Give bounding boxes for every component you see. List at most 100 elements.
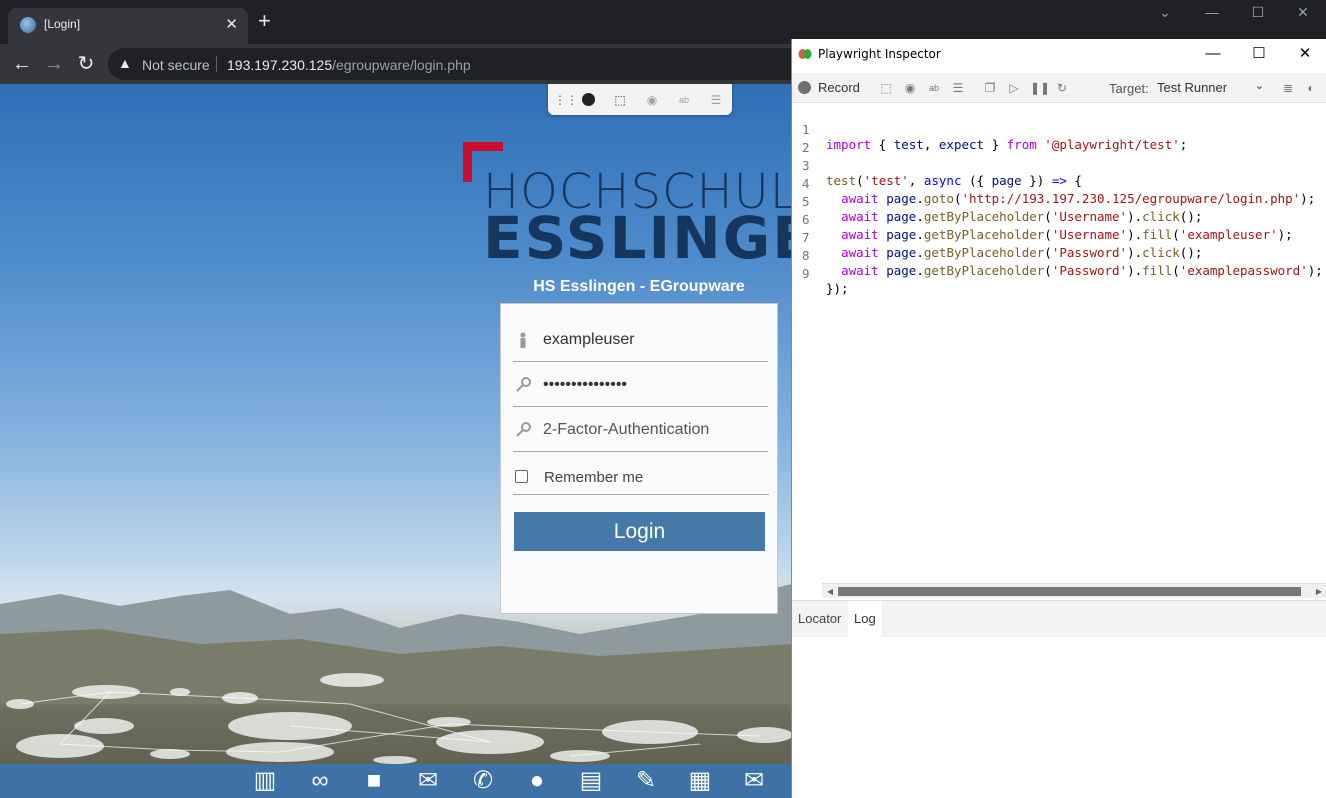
- password-field: [513, 363, 768, 407]
- assert-value-icon[interactable]: ☰: [708, 92, 724, 108]
- code-text: await page.getByPlaceholder('Username').…: [841, 209, 1203, 224]
- record-icon[interactable]: [798, 81, 811, 94]
- addressbook-icon[interactable]: ▤: [574, 766, 608, 796]
- assert-text-icon[interactable]: ab: [676, 92, 692, 108]
- code-line: 5 await page.getByPlaceholder('Username'…: [792, 179, 1202, 224]
- url-host: 193.197.230.125: [227, 57, 333, 73]
- playwright-inspector-window: Playwright Inspector — ☐ ✕ Record ⬚ ◉ ab…: [791, 39, 1326, 798]
- clear-icon[interactable]: ≣: [1280, 80, 1296, 96]
- key-icon: [515, 377, 531, 393]
- app-icon-bar: ▥ ∞ ■ ✉ ✆ ● ▤ ✎ ▦ ✉: [0, 764, 792, 798]
- username-field: [513, 318, 768, 362]
- url-path: /egroupware/login.php: [332, 57, 471, 73]
- record-icon[interactable]: [580, 92, 596, 108]
- code-editor[interactable]: 1 import { test, expect } from '@playwri…: [792, 107, 1326, 585]
- code-text: await page.getByPlaceholder('Username').…: [841, 227, 1293, 242]
- step-over-icon[interactable]: ↻: [1054, 80, 1070, 96]
- scrollbar-thumb[interactable]: [838, 587, 1301, 596]
- target-select[interactable]: Test Runner ⌄: [1154, 78, 1266, 98]
- browser-tab[interactable]: [Login] ✕: [8, 8, 248, 44]
- assert-visibility-icon[interactable]: ◉: [902, 80, 918, 96]
- inspector-close-icon[interactable]: ✕: [1290, 43, 1320, 65]
- inspector-minimize-icon[interactable]: —: [1198, 43, 1228, 65]
- code-text: test('test', async ({ page }) => {: [826, 173, 1082, 188]
- site-title: HS Esslingen - EGroupware: [533, 278, 745, 295]
- code-line: 7 await page.getByPlaceholder('Password'…: [792, 215, 1202, 260]
- remember-me-row: Remember me: [513, 459, 769, 495]
- scroll-left-icon[interactable]: ◀: [824, 586, 836, 597]
- maximize-icon[interactable]: ☐: [1238, 4, 1278, 21]
- login-button[interactable]: Login: [514, 512, 765, 551]
- new-tab-button[interactable]: +: [258, 10, 271, 32]
- mail-icon[interactable]: ✉: [737, 766, 771, 796]
- code-text: await page.getByPlaceholder('Password').…: [841, 263, 1323, 278]
- code-line: 6 await page.getByPlaceholder('Username'…: [792, 197, 1293, 242]
- url-divider: [216, 56, 217, 72]
- chevron-down-icon: ⌄: [1254, 80, 1264, 92]
- record-button[interactable]: Record: [818, 80, 860, 95]
- tab-log[interactable]: Log: [848, 601, 882, 637]
- tasks-icon[interactable]: ✎: [629, 766, 663, 796]
- tab-search-icon[interactable]: ⌄: [1145, 4, 1185, 21]
- inspector-maximize-icon[interactable]: ☐: [1244, 43, 1274, 65]
- url-omnibox[interactable]: ▲ Not secure 193.197.230.125/egroupware/…: [108, 48, 808, 80]
- reload-icon[interactable]: ↻: [74, 52, 98, 76]
- chat-icon[interactable]: ✉: [411, 766, 445, 796]
- theme-toggle-icon[interactable]: ◐: [1303, 80, 1319, 96]
- browser-tab-bar: [Login] ✕ + ⌄ — ☐ ✕: [0, 0, 1326, 44]
- pause-icon[interactable]: ❚❚: [1030, 80, 1050, 96]
- horizontal-scrollbar[interactable]: ◀ ▶: [822, 583, 1326, 598]
- target-label: Target:: [1109, 81, 1149, 96]
- phone-icon[interactable]: ✆: [466, 766, 500, 796]
- code-line: 9 });: [792, 251, 852, 296]
- twofactor-input[interactable]: [543, 419, 763, 441]
- code-line: 8 await page.getByPlaceholder('Password'…: [792, 233, 1323, 278]
- line-number: 9: [802, 266, 810, 281]
- piggy-bank-icon[interactable]: ●: [520, 766, 554, 796]
- assert-text-icon[interactable]: ab: [926, 80, 942, 96]
- close-window-icon[interactable]: ✕: [1283, 4, 1323, 21]
- assert-value-icon[interactable]: ☰: [950, 80, 966, 96]
- code-text: import { test, expect } from '@playwrigh…: [826, 137, 1188, 152]
- inspector-title-bar: Playwright Inspector — ☐ ✕: [792, 39, 1326, 70]
- inspector-tabs: Locator Log: [792, 600, 1326, 637]
- username-input[interactable]: [543, 329, 763, 351]
- web-page: ⋮⋮ ⬚ ◉ ab ☰ HOCHSCHULE ESSLINGEN HS Essl…: [0, 84, 792, 798]
- drag-handle-icon[interactable]: ⋮⋮: [554, 92, 578, 108]
- pick-locator-icon[interactable]: ⬚: [612, 92, 628, 108]
- code-text: await page.goto('http://193.197.230.125/…: [841, 191, 1316, 206]
- password-input[interactable]: [543, 374, 763, 396]
- minimize-icon[interactable]: —: [1192, 4, 1232, 20]
- video-icon[interactable]: ■: [357, 766, 391, 796]
- infolog-icon[interactable]: ∞: [303, 766, 337, 796]
- apps-icon[interactable]: ▥: [248, 766, 282, 796]
- url-text[interactable]: 193.197.230.125/egroupware/login.php: [227, 57, 471, 73]
- tab-title: [Login]: [44, 17, 81, 31]
- forward-arrow-icon[interactable]: →: [42, 52, 66, 76]
- inspector-toolbar: Record ⬚ ◉ ab ☰ ❐ ▷ ❚❚ ↻ Target: Test Ru…: [792, 73, 1326, 103]
- copy-icon[interactable]: ❐: [982, 80, 998, 96]
- scroll-right-icon[interactable]: ▶: [1313, 586, 1325, 597]
- calendar-icon[interactable]: ▦: [683, 766, 717, 796]
- remember-me-checkbox[interactable]: [515, 470, 528, 483]
- code-text: await page.getByPlaceholder('Password').…: [841, 245, 1203, 260]
- user-icon: [515, 332, 531, 348]
- security-label[interactable]: Not secure: [142, 57, 210, 73]
- code-line: 3 test('test', async ({ page }) => {: [792, 143, 1082, 188]
- pick-locator-icon[interactable]: ⬚: [878, 80, 894, 96]
- back-arrow-icon[interactable]: ←: [10, 52, 34, 76]
- resume-icon[interactable]: ▷: [1006, 80, 1022, 96]
- tab-locator[interactable]: Locator: [792, 601, 847, 637]
- code-line: 1 import { test, expect } from '@playwri…: [792, 107, 1187, 152]
- inspector-title: Playwright Inspector: [818, 47, 941, 61]
- network-graphic: [6, 673, 792, 764]
- key-icon: [515, 422, 531, 438]
- remember-me-label[interactable]: Remember me: [544, 469, 643, 486]
- playwright-logo-icon: [798, 49, 812, 59]
- code-text: });: [826, 281, 849, 296]
- assert-visibility-icon[interactable]: ◉: [644, 92, 660, 108]
- target-value: Test Runner: [1157, 80, 1228, 95]
- warning-icon[interactable]: ▲: [118, 55, 132, 71]
- tab-close-icon[interactable]: ✕: [225, 15, 238, 33]
- egroupware-favicon-icon: [20, 17, 36, 33]
